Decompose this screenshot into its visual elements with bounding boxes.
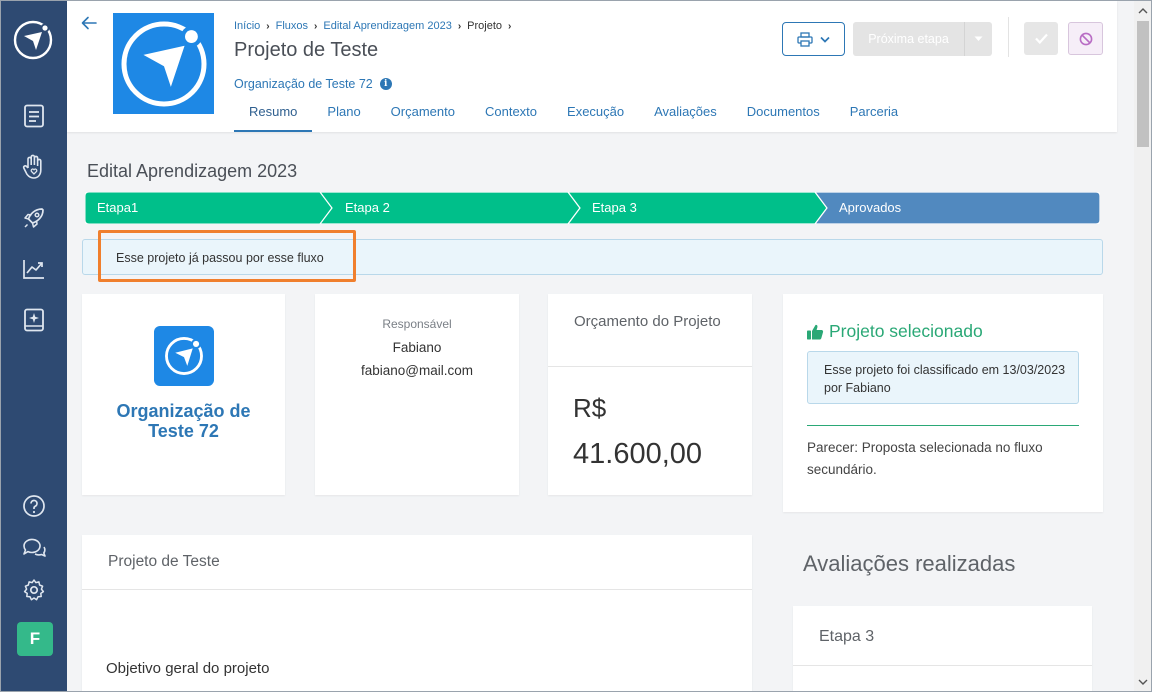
page-title: Projeto de Teste <box>234 39 379 61</box>
app-logo-icon <box>165 337 203 375</box>
selection-title: Projeto selecionado <box>829 321 983 341</box>
scroll-down-icon[interactable] <box>1138 677 1148 687</box>
project-objective-label: Objetivo geral do projeto <box>106 660 270 677</box>
flow-stepper: Etapa1 Etapa 2 Etapa 3 Aprovados <box>85 192 1100 224</box>
breadcrumb-flows[interactable]: Fluxos <box>276 20 308 32</box>
breadcrumb-home[interactable]: Início <box>234 20 260 32</box>
vertical-scrollbar[interactable] <box>1134 1 1151 691</box>
responsible-name: Fabiano <box>392 340 442 355</box>
tab-plano[interactable]: Plano <box>312 97 375 132</box>
toolbar-divider <box>1008 17 1009 57</box>
responsible-label: Responsável <box>382 317 452 331</box>
selection-opinion: Parecer: Proposta selecionada no fluxo s… <box>807 440 1043 477</box>
tab-resumo[interactable]: Resumo <box>234 97 313 132</box>
project-header: Início › Fluxos › Edital Aprendizagem 20… <box>67 1 1117 132</box>
scroll-up-icon[interactable] <box>1138 6 1148 16</box>
next-step-button[interactable]: Próxima etapa <box>853 22 992 56</box>
organization-card[interactable]: Organização de Teste 72 <box>82 294 285 495</box>
divider <box>82 589 752 590</box>
divider <box>807 425 1079 426</box>
gear-icon[interactable] <box>20 576 48 604</box>
chart-line-icon[interactable] <box>20 255 48 283</box>
selection-title-row: Projeto selecionado <box>806 321 983 342</box>
back-arrow-icon[interactable] <box>79 13 99 33</box>
chat-icon[interactable] <box>20 534 48 562</box>
info-icon[interactable]: i <box>379 78 392 90</box>
divider <box>793 665 1092 666</box>
tab-documentos[interactable]: Documentos <box>732 97 835 132</box>
approve-button[interactable] <box>1024 22 1058 55</box>
step-2[interactable]: Etapa 2 <box>345 200 390 215</box>
tab-parceria[interactable]: Parceria <box>835 97 913 132</box>
app-logo-icon <box>120 20 207 107</box>
app-window: F Início › Fluxos › Edital Aprendizagem … <box>0 0 1152 692</box>
evaluation-card: Etapa 3 <box>793 606 1092 691</box>
project-card: Projeto de Teste Objetivo geral do proje… <box>82 535 752 691</box>
chevron-down-icon <box>820 36 830 43</box>
chevron-right-icon: › <box>508 20 512 32</box>
chevron-right-icon: › <box>266 20 270 32</box>
tab-contexto[interactable]: Contexto <box>470 97 552 132</box>
breadcrumb-current: Projeto <box>467 20 503 32</box>
breadcrumb: Início › Fluxos › Edital Aprendizagem 20… <box>234 20 511 32</box>
chevron-right-icon: › <box>457 20 462 32</box>
selection-card: Projeto selecionado Esse projeto foi cla… <box>783 294 1103 512</box>
step-approved[interactable]: Aprovados <box>839 200 901 215</box>
flow-title: Edital Aprendizagem 2023 <box>87 161 298 181</box>
budget-value: 41.600,00 <box>573 438 703 470</box>
check-icon <box>1034 33 1048 44</box>
app-logo-icon[interactable] <box>12 19 54 61</box>
print-button[interactable] <box>782 22 845 56</box>
selection-message: Esse projeto foi classificado em 13/03/2… <box>807 351 1079 404</box>
tab-orcamento[interactable]: Orçamento <box>376 97 470 132</box>
tab-execucao[interactable]: Execução <box>552 97 639 132</box>
organization-logo <box>113 13 214 114</box>
organization-logo <box>154 326 214 386</box>
hand-heart-icon[interactable] <box>20 153 48 181</box>
document-icon[interactable] <box>20 102 48 130</box>
organization-link[interactable]: Organização de Teste 72 i <box>234 77 392 91</box>
highlight-box <box>98 230 356 282</box>
divider <box>548 366 752 367</box>
responsible-card: Responsável Fabiano fabiano@mail.com <box>315 294 519 495</box>
budget-card: Orçamento do Projeto R$ 41.600,00 <box>548 294 752 495</box>
scrollbar-thumb[interactable] <box>1137 21 1149 147</box>
organization-name[interactable]: Organização de Teste 72 <box>234 77 373 91</box>
user-avatar[interactable]: F <box>17 622 53 656</box>
organization-card-name[interactable]: Organização de Teste 72 <box>92 401 275 441</box>
ban-icon <box>1079 32 1092 45</box>
thumbs-up-icon <box>807 324 824 339</box>
project-card-title: Projeto de Teste <box>108 553 220 570</box>
responsible-email: fabiano@mail.com <box>360 363 473 378</box>
chevron-right-icon: › <box>314 20 318 32</box>
next-step-label[interactable]: Próxima etapa <box>853 22 965 56</box>
tab-avaliacoes[interactable]: Avaliações <box>639 97 732 132</box>
evaluation-stage: Etapa 3 <box>819 628 875 645</box>
sidebar: F <box>1 1 67 691</box>
step-1[interactable]: Etapa1 <box>97 200 138 215</box>
project-tabs: Resumo Plano Orçamento Contexto Execução… <box>234 97 913 132</box>
step-3[interactable]: Etapa 3 <box>592 200 637 215</box>
help-icon[interactable] <box>20 492 48 520</box>
rocket-icon[interactable] <box>20 204 48 232</box>
cancel-button[interactable] <box>1068 22 1103 55</box>
book-sparkle-icon[interactable] <box>20 306 48 334</box>
printer-icon <box>797 31 813 47</box>
budget-currency: R$ <box>573 393 607 423</box>
caret-down-icon[interactable] <box>965 22 992 56</box>
evaluations-title: Avaliações realizadas <box>803 551 1016 576</box>
budget-title: Orçamento do Projeto <box>574 313 721 330</box>
breadcrumb-edital[interactable]: Edital Aprendizagem 2023 <box>323 20 451 32</box>
